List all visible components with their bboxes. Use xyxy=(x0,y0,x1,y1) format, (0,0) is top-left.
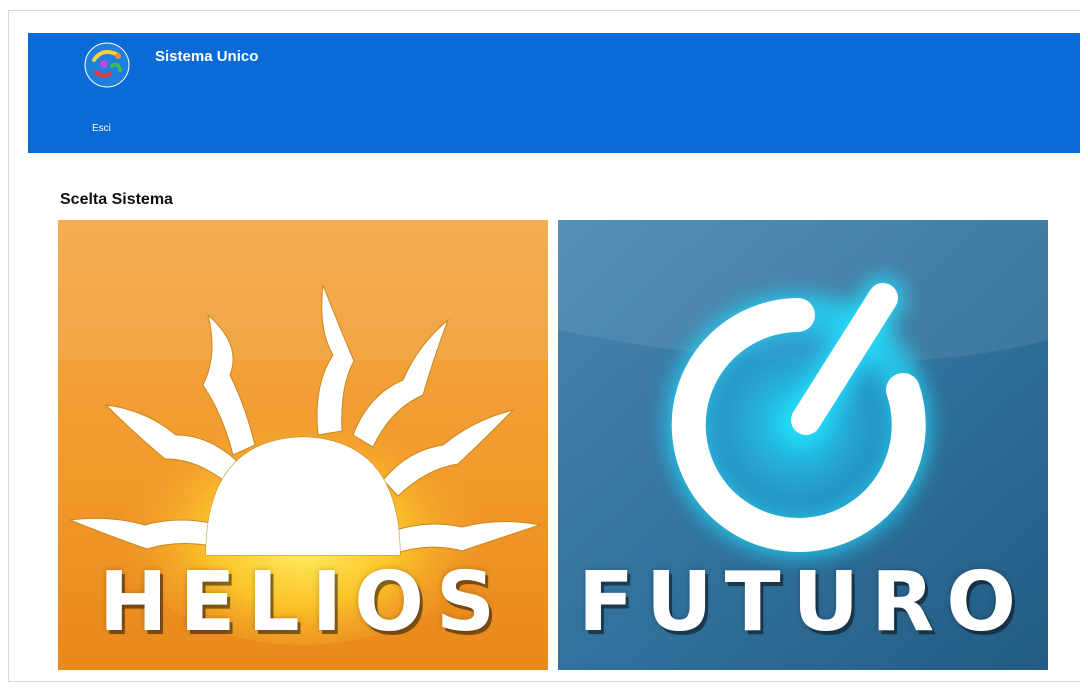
futuro-label: FUTURO xyxy=(578,555,1028,650)
helios-system-tile[interactable]: HELIOS xyxy=(58,220,548,670)
app-title: Sistema Unico xyxy=(155,48,259,65)
futuro-system-tile[interactable]: FUTURO xyxy=(558,220,1048,670)
exit-link[interactable]: Esci xyxy=(92,123,111,134)
servizio-civile-logo[interactable] xyxy=(72,30,142,100)
section-title: Scelta Sistema xyxy=(60,191,173,208)
helios-label: HELIOS xyxy=(98,555,508,650)
